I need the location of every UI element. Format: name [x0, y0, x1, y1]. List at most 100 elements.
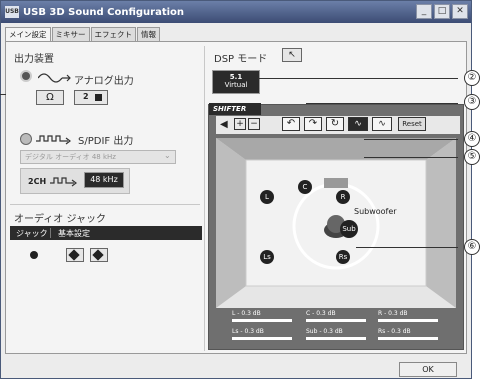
speaker-icon	[20, 70, 32, 82]
title-bar: USB USB 3D Sound Configuration	[1, 1, 471, 23]
stereo-mode-button[interactable]: 2	[74, 90, 108, 105]
wave-mode-icon[interactable]: ∿	[348, 117, 368, 131]
level-r: R - 0.3 dB	[378, 310, 408, 317]
plus-icon[interactable]: +	[234, 118, 246, 130]
rate-display: 48 kHz	[84, 172, 124, 188]
dsp-mode-header: DSP モード	[214, 54, 268, 65]
digital-wave-icon-2	[50, 177, 77, 187]
shifter-toolbar: ◀ + − ↶ ↷ ↻ ∿ ∿ Reset	[216, 116, 460, 134]
callout-line-5	[364, 157, 458, 158]
speaker-rs[interactable]: Rs	[336, 250, 350, 264]
jack-icon	[30, 251, 38, 259]
level-value: - 0.3 dB	[312, 310, 336, 317]
wave-mode-icon-2[interactable]: ∿	[372, 117, 392, 131]
callout-6: ⑥	[464, 239, 480, 255]
level-sub: Sub - 0.3 dB	[306, 328, 343, 335]
ok-button[interactable]: OK	[399, 362, 457, 377]
speaker-volume-icon: ◀	[220, 119, 228, 130]
tab-mixer[interactable]: ミキサー	[51, 27, 90, 41]
virtual-label-2: Virtual	[224, 81, 248, 89]
ch-label: 2CH	[28, 177, 47, 186]
rotate-cw-icon[interactable]: ↷	[304, 117, 322, 131]
analog-output-label: アナログ出力	[74, 76, 134, 87]
level-bar-c[interactable]	[306, 319, 366, 322]
speaker-sub[interactable]: Sub	[340, 220, 358, 238]
section-divider	[10, 204, 200, 205]
spdif-label: S/PDIF 出力	[78, 136, 134, 147]
speaker-c[interactable]: C	[298, 180, 312, 194]
callout-line-6	[356, 247, 458, 248]
speaker-ls[interactable]: Ls	[260, 250, 274, 264]
level-ch: R	[378, 310, 383, 317]
maximize-button[interactable]: □	[434, 4, 450, 19]
tab-info[interactable]: 情報	[137, 27, 160, 41]
minimize-button[interactable]: _	[416, 4, 432, 19]
speaker-icon	[68, 249, 80, 261]
analog-wave-icon	[38, 73, 71, 83]
level-value: - 0.3 dB	[384, 310, 408, 317]
jack-col-header: ジャック	[16, 229, 48, 238]
main-panel: 出力装置 アナログ出力 Ω 2 S/PDIF 出力 デジタル オーディオ 48 …	[5, 41, 467, 354]
callout-line-2	[258, 78, 458, 79]
reset-button[interactable]: Reset	[398, 117, 426, 131]
tab-bar: メイン設定 ミキサー エフェクト 情報	[5, 27, 161, 42]
headphone-button[interactable]: Ω	[36, 90, 64, 105]
jack-mode-button-2[interactable]	[90, 248, 108, 262]
level-bar-ls[interactable]	[232, 337, 292, 340]
tab-main-settings[interactable]: メイン設定	[5, 27, 51, 42]
level-ch: Rs	[378, 328, 386, 335]
callout-5: ⑤	[464, 149, 480, 165]
level-rs: Rs - 0.3 dB	[378, 328, 411, 335]
callout-line-1	[0, 94, 6, 95]
virtual-51-button[interactable]: 5.1 Virtual	[212, 70, 260, 94]
swap-icon[interactable]: ↻	[326, 117, 344, 131]
level-ch: C	[306, 310, 311, 317]
subwoofer-label: Subwoofer	[354, 207, 397, 216]
callout-3: ③	[464, 94, 480, 110]
level-value: - 0.3 dB	[387, 328, 411, 335]
level-value: - 0.3 dB	[319, 328, 343, 335]
level-ls: Ls - 0.3 dB	[232, 328, 264, 335]
level-bar-rs[interactable]	[378, 337, 438, 340]
mode-label: 2	[83, 92, 89, 101]
chevron-down-icon[interactable]: ⌄	[164, 151, 171, 160]
level-l: L - 0.3 dB	[232, 310, 261, 317]
output-header: 出力装置	[14, 54, 54, 65]
callout-4: ④	[464, 131, 480, 147]
shifter-tab: SHIFTER	[209, 103, 261, 115]
level-value: - 0.3 dB	[237, 310, 261, 317]
speaker-icon-small	[95, 94, 102, 101]
level-c: C - 0.3 dB	[306, 310, 336, 317]
virtual-label-1: 5.1	[229, 73, 243, 81]
level-bar-sub[interactable]	[306, 337, 366, 340]
spdif-radio[interactable]	[20, 133, 32, 145]
level-ch: L	[232, 310, 236, 317]
speaker-r[interactable]: R	[336, 190, 350, 204]
callout-line-3	[306, 103, 458, 104]
main-window: USB USB 3D Sound Configuration _ □ ✕ メイン…	[0, 0, 472, 379]
speaker-icon	[92, 249, 104, 261]
level-bar-l[interactable]	[232, 319, 292, 322]
app-icon: USB	[5, 6, 19, 18]
setting-col-header: 基本設定	[58, 229, 90, 238]
level-value: - 0.3 dB	[240, 328, 264, 335]
callout-line-4	[364, 139, 458, 140]
column-separator	[50, 228, 51, 238]
audio-jack-header: オーディオ ジャック	[14, 214, 106, 225]
speaker-l[interactable]: L	[260, 190, 274, 204]
rotate-ccw-icon[interactable]: ↶	[282, 117, 300, 131]
panel-divider	[204, 46, 205, 351]
close-button[interactable]: ✕	[452, 4, 468, 19]
level-bar-r[interactable]	[378, 319, 438, 322]
window-title: USB 3D Sound Configuration	[23, 6, 185, 18]
spdif-select[interactable]: デジタル オーディオ 48 kHz	[20, 150, 176, 164]
room-view	[216, 138, 456, 308]
level-ch: Sub	[306, 328, 318, 335]
tab-effect[interactable]: エフェクト	[90, 27, 136, 41]
jack-mode-button-1[interactable]	[66, 248, 84, 262]
digital-wave-icon	[36, 135, 71, 145]
level-ch: Ls	[232, 328, 239, 335]
minus-icon[interactable]: −	[248, 118, 260, 130]
callout-2: ②	[464, 70, 480, 86]
dsp-toggle-button[interactable]: ↖	[282, 48, 302, 62]
